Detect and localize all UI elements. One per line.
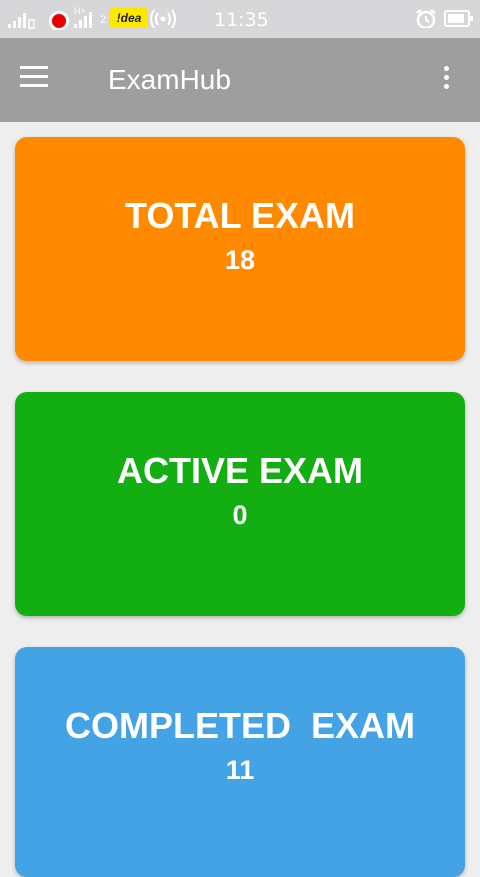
status-bar: H+ 2 !dea 11:35 [0, 0, 480, 38]
idea-icon: !dea [110, 8, 148, 28]
active-exam-count: 0 [232, 500, 248, 530]
total-exam-count: 18 [224, 245, 256, 275]
alarm-icon [416, 9, 436, 28]
total-exam-card[interactable]: TOTAL EXAM 18 [15, 137, 465, 361]
sim-label: 2 [100, 14, 107, 26]
more-vert-icon[interactable] [436, 66, 456, 96]
active-exam-label: ACTIVE EXAM [116, 450, 364, 491]
active-exam-card[interactable]: ACTIVE EXAM 0 [15, 392, 465, 616]
vodafone-icon [49, 11, 69, 30]
app-title: ExamHub [108, 64, 231, 95]
signal-icon [8, 13, 35, 29]
hotspot-icon [150, 9, 176, 28]
total-exam-label: TOTAL EXAM [124, 195, 355, 236]
completed-exam-card[interactable]: COMPLETED EXAM 11 [15, 647, 465, 877]
status-time: 11:35 [214, 9, 269, 31]
battery-icon [444, 10, 473, 27]
hamburger-menu-icon[interactable] [20, 66, 60, 96]
completed-exam-count: 11 [225, 755, 255, 785]
completed-exam-label: COMPLETED EXAM [64, 705, 415, 746]
signal-icon [74, 12, 92, 28]
app-toolbar: ExamHub [0, 38, 480, 122]
